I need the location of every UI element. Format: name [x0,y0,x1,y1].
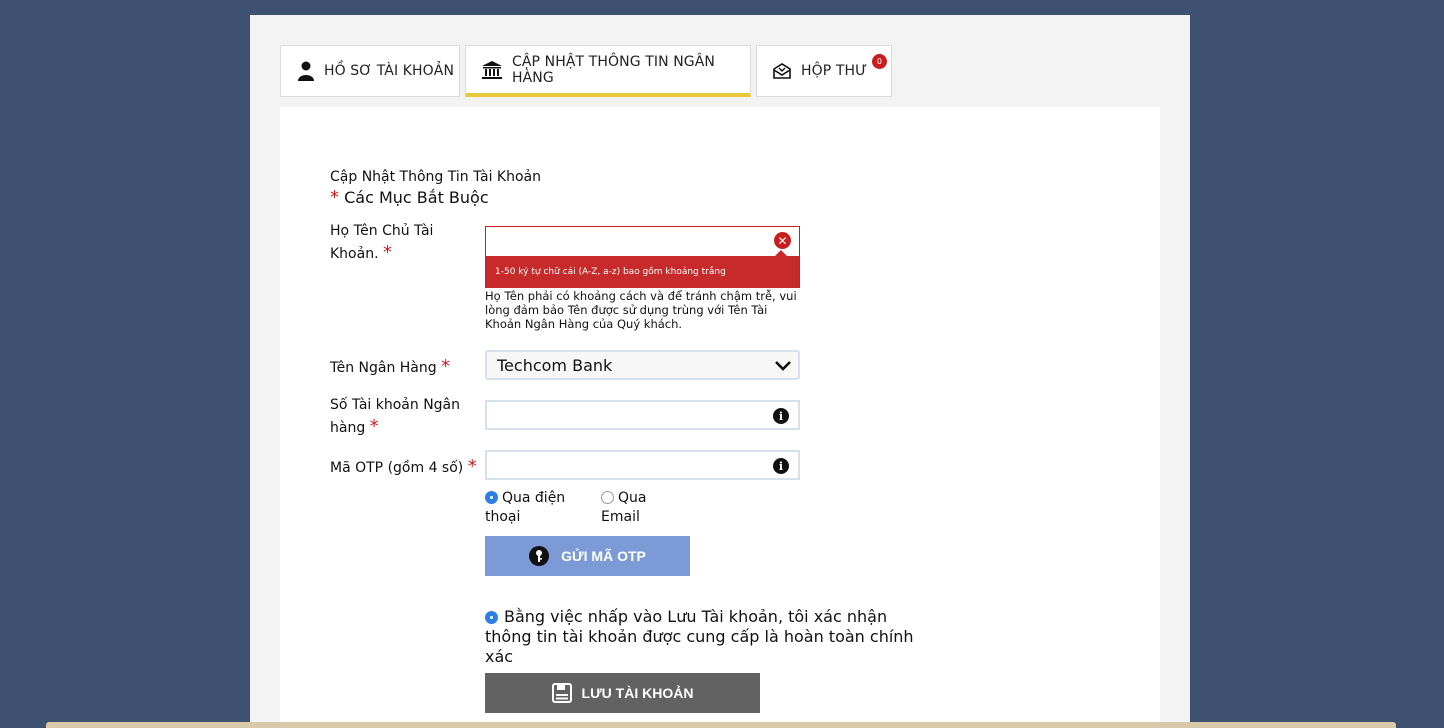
chevron-down-icon [774,358,792,377]
main-panel: HỒ SƠ TÀI KHOẢN CẬP NHẬT THÔNG TIN NGÂN … [250,15,1190,728]
otp-label: Mã OTP (gồm 4 số) * [330,456,477,479]
account-number-field: i [485,400,800,430]
account-holder-label-text: Họ Tên Chủ Tài Khoản. [330,223,434,262]
otp-input[interactable] [487,452,798,478]
key-icon [529,546,550,566]
info-icon[interactable]: i [773,408,789,424]
otp-via-email-option[interactable]: Qua Email [601,489,671,527]
account-holder-hint: Họ Tên phải có khoảng cách và để tránh c… [485,289,797,331]
save-account-label: LƯU TÀI KHOẢN [581,685,694,701]
user-icon [298,61,314,81]
tab-label: HỒ SƠ TÀI KHOẢN [324,63,455,79]
tab-update-bank-info[interactable]: CẬP NHẬT THÔNG TIN NGÂN HÀNG [465,45,751,97]
confirm-text: Bằng việc nhấp vào Lưu Tài khoản, tôi xá… [485,607,914,666]
tab-label: HỘP THƯ [801,63,868,79]
required-star: * [467,456,477,477]
otp-field: i [485,450,800,480]
required-star: * [382,242,392,263]
bank-info-form: Cập Nhật Thông Tin Tài Khoản * Các Mục B… [280,107,1160,728]
radio-email[interactable] [601,491,614,504]
account-holder-field: ✕ 1-50 ký tự chữ cái (A-Z, a-z) bao gồm … [485,226,800,288]
tab-label: CẬP NHẬT THÔNG TIN NGÂN HÀNG [512,53,715,86]
required-note-text: Các Mục Bắt Buộc [344,188,489,207]
bank-name-label: Tên Ngân Hàng * [330,356,450,379]
otp-label-text: Mã OTP (gồm 4 số) [330,460,464,476]
bank-select[interactable]: Techcom Bank [485,350,800,380]
form-title: Cập Nhật Thông Tin Tài Khoản [330,169,541,185]
bank-name-label-text: Tên Ngân Hàng [330,360,437,376]
info-icon[interactable]: i [773,458,789,474]
send-otp-label: GỬI MÃ OTP [561,548,646,564]
bank-icon [482,60,502,79]
account-number-label-text: Số Tài khoản Ngân hàng [330,397,460,436]
error-message: 1-50 ký tự chữ cái (A-Z, a-z) bao gồm kh… [486,250,799,288]
unread-badge: 0 [872,54,887,69]
required-star: * [369,416,379,437]
account-number-input[interactable] [487,402,798,428]
confirm-statement[interactable]: Bằng việc nhấp vào Lưu Tài khoản, tôi xá… [485,607,925,667]
required-star: * [330,187,339,208]
save-icon [551,683,572,703]
confirm-radio[interactable] [485,611,498,624]
send-otp-button[interactable]: GỬI MÃ OTP [485,536,690,576]
required-note: * Các Mục Bắt Buộc [330,187,489,208]
clear-icon[interactable]: ✕ [774,232,791,249]
save-account-button[interactable]: LƯU TÀI KHOẢN [485,673,760,713]
otp-via-phone-option[interactable]: Qua điện thoại [485,489,585,527]
required-star: * [441,356,451,377]
bank-select-value: Techcom Bank [497,355,613,375]
account-number-label: Số Tài khoản Ngân hàng * [330,395,460,439]
footer-strip [46,722,1396,728]
account-holder-input[interactable] [486,227,799,256]
tab-account-profile[interactable]: HỒ SƠ TÀI KHOẢN [280,45,460,97]
account-holder-label: Họ Tên Chủ Tài Khoản. * [330,221,450,265]
mail-icon [773,63,791,79]
radio-phone[interactable] [485,491,498,504]
tab-inbox[interactable]: HỘP THƯ 0 [756,45,892,97]
